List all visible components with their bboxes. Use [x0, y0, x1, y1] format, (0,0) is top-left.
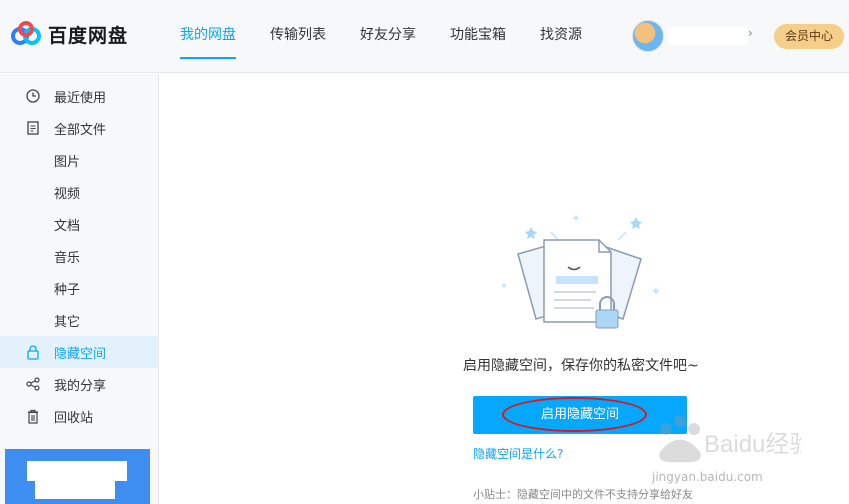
sidebar-item-recent[interactable]: 最近使用 — [0, 80, 158, 112]
trash-icon — [25, 408, 41, 424]
chevron-right-icon[interactable]: › — [748, 26, 753, 40]
share-icon — [25, 376, 41, 392]
sidebar-item-label: 图片 — [54, 154, 81, 170]
sidebar-item-recycle-bin[interactable]: 回收站 — [0, 400, 158, 432]
sidebar-banner[interactable] — [5, 449, 150, 504]
sidebar-item-images[interactable]: 图片 — [0, 144, 158, 176]
what-is-hidden-space-link[interactable]: 隐藏空间是什么? — [473, 445, 563, 462]
cloud-logo-icon — [11, 21, 41, 45]
tip-text: 小贴士：隐藏空间中的文件不支持分享给好友 — [473, 488, 693, 501]
sidebar-item-videos[interactable]: 视频 — [0, 176, 158, 208]
sidebar-item-label: 最近使用 — [54, 90, 107, 106]
sidebar-item-others[interactable]: 其它 — [0, 304, 158, 336]
sidebar-item-all-files[interactable]: 全部文件 — [0, 112, 158, 144]
sidebar-item-label: 全部文件 — [54, 122, 107, 138]
lock-icon — [25, 344, 41, 360]
sidebar-item-documents[interactable]: 文档 — [0, 208, 158, 240]
tab-find-resources[interactable]: 找资源 — [528, 0, 594, 73]
top-header: 百度网盘 我的网盘 传输列表 好友分享 功能宝箱 找资源 › 会员中心 — [0, 0, 849, 73]
username-redacted[interactable] — [668, 27, 748, 45]
tab-my-disk[interactable]: 我的网盘 — [168, 0, 248, 73]
clock-icon — [25, 88, 41, 104]
sidebar-item-label: 视频 — [54, 186, 81, 202]
sidebar-item-label: 我的分享 — [54, 378, 107, 394]
logo[interactable]: 百度网盘 — [10, 20, 128, 48]
sidebar: 最近使用 全部文件 图片 视频 文档 音乐 种子 其它 隐藏空间 我的分享 回收… — [0, 74, 159, 504]
sidebar-item-music[interactable]: 音乐 — [0, 240, 158, 272]
sidebar-item-label: 文档 — [54, 218, 81, 234]
sidebar-item-my-shares[interactable]: 我的分享 — [0, 368, 158, 400]
hidden-space-tagline: 启用隐藏空间，保存你的私密文件吧~ — [463, 358, 699, 374]
sidebar-item-hidden-space[interactable]: 隐藏空间 — [0, 336, 158, 368]
sidebar-item-torrents[interactable]: 种子 — [0, 272, 158, 304]
hidden-space-illustration — [500, 214, 661, 329]
tab-toolbox[interactable]: 功能宝箱 — [438, 0, 518, 73]
sidebar-item-label: 隐藏空间 — [54, 346, 107, 362]
vip-center-button[interactable]: 会员中心 — [774, 24, 844, 49]
main-content: 启用隐藏空间，保存你的私密文件吧~ 启用隐藏空间 隐藏空间是什么? 小贴士：隐藏… — [160, 74, 849, 504]
enable-hidden-space-button[interactable]: 启用隐藏空间 — [473, 396, 687, 434]
tab-transfer-list[interactable]: 传输列表 — [258, 0, 338, 73]
watermark-url: jingyan.baidu.com — [652, 470, 763, 484]
sidebar-item-label: 种子 — [54, 282, 81, 298]
avatar[interactable] — [632, 20, 664, 52]
tab-friend-share[interactable]: 好友分享 — [348, 0, 428, 73]
sidebar-item-label: 其它 — [54, 314, 81, 330]
sidebar-item-label: 回收站 — [54, 410, 94, 426]
main-nav: 我的网盘 传输列表 好友分享 功能宝箱 找资源 — [168, 0, 604, 73]
logo-text: 百度网盘 — [48, 24, 129, 47]
sidebar-item-label: 音乐 — [54, 250, 81, 266]
file-icon — [25, 120, 41, 136]
